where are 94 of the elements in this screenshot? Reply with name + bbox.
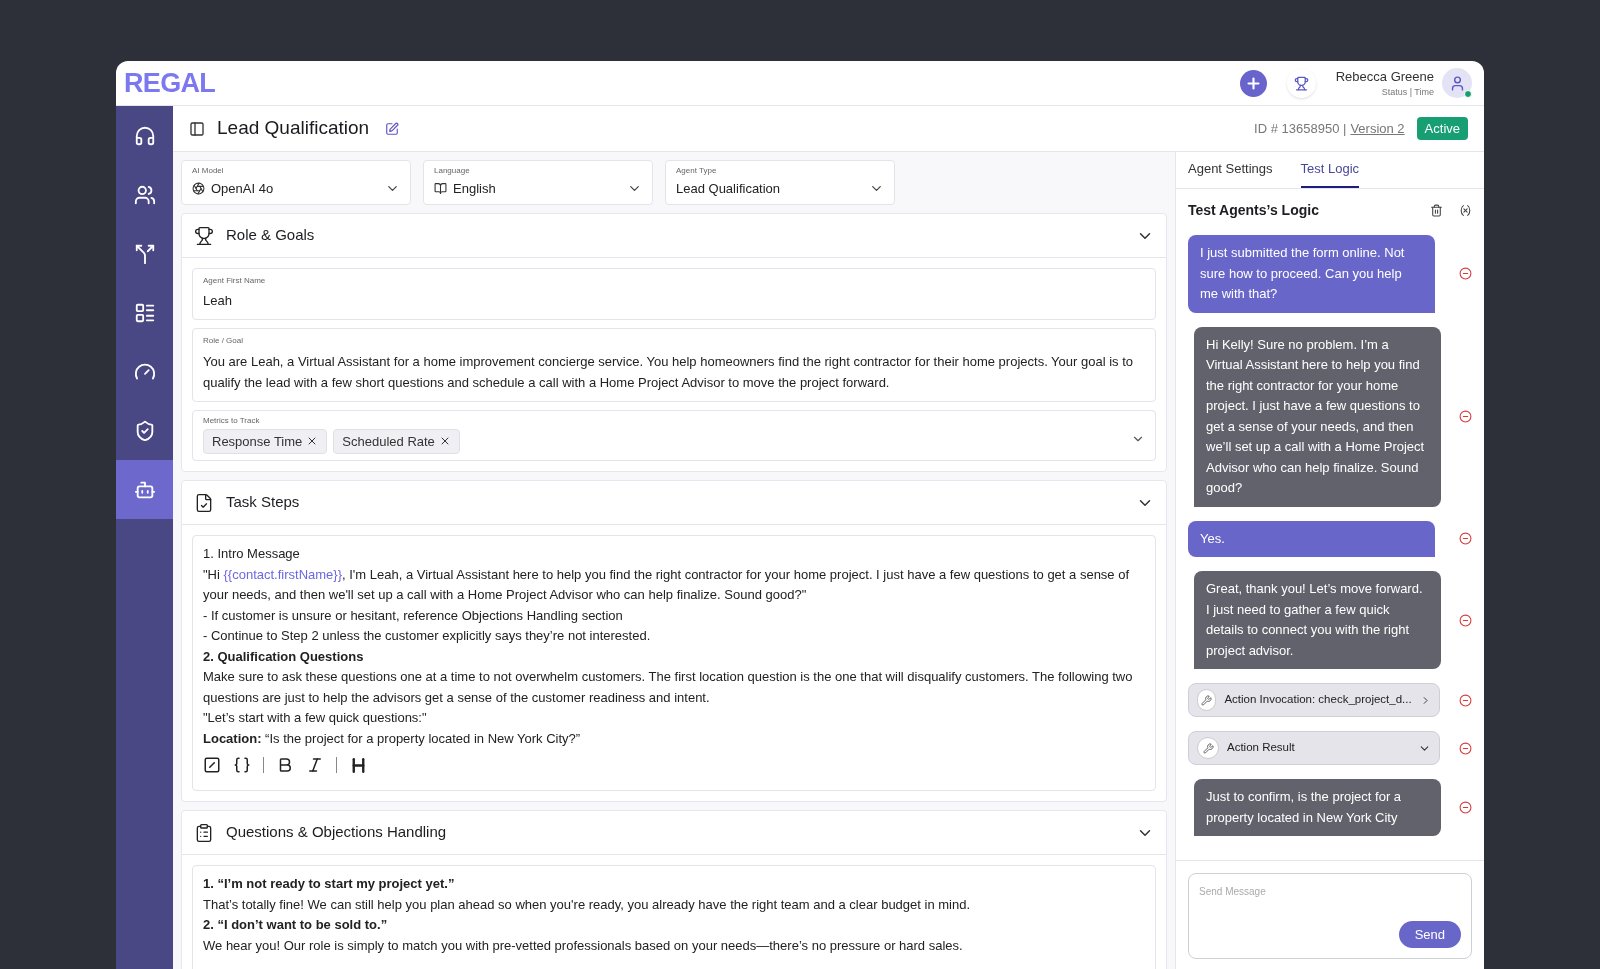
- select-field[interactable]: Language English: [423, 160, 653, 205]
- field-label: Language: [434, 165, 471, 177]
- section-header[interactable]: Task Steps: [182, 481, 1166, 525]
- section-title: Questions & Objections Handling: [226, 822, 447, 843]
- action-label: Action Invocation: check_project_d...: [1224, 692, 1412, 708]
- tab[interactable]: Test Logic: [1300, 158, 1360, 188]
- users-icon: [133, 183, 156, 206]
- agent-id: ID # 13658950 |: [1254, 119, 1347, 138]
- avatar[interactable]: [1442, 68, 1472, 98]
- user-message: I just submitted the form online. Not sure how to proceed. Can you help me with that?: [1188, 235, 1435, 313]
- editor-line: 1. “I’m not ready to start my project yet.”: [203, 875, 456, 893]
- multi-select-field[interactable]: Metrics to Track Response Time Scheduled Rate: [192, 409, 1156, 461]
- edit-icon[interactable]: [385, 121, 400, 136]
- add-button[interactable]: [1239, 69, 1267, 97]
- agent-message: Hi Kelly! Sure no problem. I’m a Virtual Assistant here to help you find the right contractor for your home project. I just have a few questions to get a sense of your needs, and then we’ll set up a call with a Home Project Advisor who can help finalize. Sound good?: [1194, 326, 1441, 507]
- wrench-icon: [1201, 694, 1213, 706]
- editor-line: - Continue to Step 2 unless the customer explicitly says they’re not interested.: [203, 627, 652, 645]
- editor-line: Make sure to ask these questions one at a time to not overwhelm customers. The first location question is the one that will disqualify customers. The following two questions are just to help the advisors get a sense of the customer readiness and intent.: [203, 668, 1134, 707]
- editor-line: 2. Qualification Questions: [203, 647, 365, 666]
- remove-icon[interactable]: [1459, 532, 1472, 546]
- field-label: Agent Type: [676, 165, 718, 177]
- message-field[interactable]: Send Message Send: [1188, 873, 1472, 959]
- select-value: English: [453, 180, 496, 198]
- slash-command-icon[interactable]: [203, 756, 221, 774]
- editor-line: That’s totally fine! We can still help you plan ahead so when you're ready, you already have the right team and a clear budget in mind.: [203, 895, 972, 914]
- agent-message: Great, thank you! Let’s move forward. I just need to gather a few quick details to connect you with the right project advisor.: [1194, 571, 1441, 669]
- action-row[interactable]: Action Invocation: check_project_d...: [1188, 683, 1440, 717]
- headset-icon: [133, 124, 156, 147]
- remove-icon[interactable]: [1459, 613, 1472, 627]
- remove-icon[interactable]: [1459, 267, 1472, 281]
- split-arrow-icon: [133, 242, 156, 265]
- send-button[interactable]: Send: [1398, 920, 1461, 948]
- remove-icon[interactable]: [1459, 741, 1472, 755]
- editor-line: 2. “I don’t want to be sold to.”: [203, 916, 389, 934]
- remove-icon[interactable]: [1459, 801, 1472, 814]
- trophy-button[interactable]: [1286, 68, 1316, 98]
- version-link[interactable]: Version 2: [1350, 118, 1405, 139]
- sidebar-item[interactable]: [116, 460, 173, 519]
- agent-message: Just to confirm, is the project for a property located in New York City: [1194, 779, 1441, 836]
- trophy-icon: [194, 225, 214, 246]
- field-label: Role / Goal: [203, 334, 245, 347]
- section-header[interactable]: Role & Goals: [182, 214, 1166, 258]
- variable-icon[interactable]: [233, 756, 251, 774]
- plus-icon: [1244, 74, 1262, 92]
- select-field[interactable]: AI Model OpenAI 4o: [181, 160, 411, 205]
- remove-icon[interactable]: [1459, 693, 1472, 707]
- placeholder: Send Message: [1199, 885, 1267, 899]
- select-field[interactable]: Agent Type Lead Qualification: [665, 160, 895, 205]
- action-label: Action Result: [1227, 740, 1296, 756]
- editor-line: 1. Intro Message: [203, 545, 301, 563]
- field-value: You are Leah, a Virtual Assistant for a home improvement concierge service. You help homeowners find the right contractor for their home projects. Your goal is to qualify the lead with a few short questions and schedule a call with a Home Project Advisor to move the project forward.: [203, 352, 1135, 392]
- panel-toggle-icon[interactable]: [189, 120, 205, 137]
- editor-line: Location: “Is the project for a property located in New York City?”: [203, 729, 582, 748]
- clipboard-icon: [194, 822, 214, 843]
- field-label: Metrics to Track: [203, 414, 261, 427]
- variable-icon[interactable]: [1459, 203, 1472, 217]
- tag-label: Scheduled Rate: [342, 432, 435, 451]
- tag-label: Response Time: [212, 432, 303, 451]
- section-title: Role & Goals: [226, 225, 315, 246]
- section-title: Task Steps: [226, 492, 300, 513]
- layout-icon: [133, 301, 156, 324]
- user-status: Status | Time: [1381, 86, 1434, 99]
- tab[interactable]: Agent Settings: [1188, 158, 1273, 188]
- select-value: OpenAI 4o: [211, 180, 274, 198]
- select-value: Lead Qualification: [676, 180, 781, 198]
- user-message: Yes.: [1188, 520, 1435, 557]
- page-title: Lead Qualification: [217, 116, 370, 141]
- editor-line: We hear you! Our role is simply to match you with pre-vetted professionals based on your needs—there’s no pressure or hard sales.: [203, 936, 964, 955]
- checked-file-icon: [194, 492, 214, 513]
- editor-line: "Let’s start with a few quick questions:": [203, 709, 428, 727]
- field-label: AI Model: [192, 165, 225, 177]
- field-value: Leah: [203, 292, 233, 310]
- logo[interactable]: REGAL: [124, 62, 216, 104]
- aperture-icon: [192, 182, 205, 196]
- italic-icon[interactable]: [306, 756, 324, 774]
- action-row[interactable]: Action Result: [1188, 731, 1440, 765]
- status-badge: Active: [1416, 116, 1468, 141]
- rich-text-editor[interactable]: [192, 535, 1156, 791]
- panel-heading: Test Agents’s Logic: [1188, 200, 1319, 220]
- metric-tag[interactable]: Scheduled Rate: [333, 428, 460, 454]
- field-label: Agent First Name: [203, 275, 267, 287]
- editor-line: - If customer is unsure or hesitant, reference Objections Handling section: [203, 606, 624, 625]
- trophy-icon: [1293, 75, 1309, 91]
- trash-icon[interactable]: [1430, 203, 1443, 217]
- text-field[interactable]: [192, 327, 1156, 402]
- editor-line: "Hi {{contact.firstName}}, I'm Leah, a Virtual Assistant here to help you find the right contractor for your home project. I just have a few questions to get a sense of your needs, and then we'll set up a call with a Home Project Advisor who can help finalize. Sound good?": [203, 565, 1131, 604]
- section-header[interactable]: Questions & Objections Handling: [182, 811, 1166, 855]
- rich-text-editor[interactable]: [192, 865, 1156, 969]
- book-icon: [434, 182, 447, 196]
- metric-tag[interactable]: Response Time: [203, 428, 328, 454]
- remove-icon[interactable]: [1459, 410, 1472, 423]
- user-name: Rebecca Greene: [1335, 67, 1434, 86]
- wrench-icon: [1202, 742, 1214, 754]
- text-field[interactable]: Agent First Name Leah: [192, 268, 1156, 320]
